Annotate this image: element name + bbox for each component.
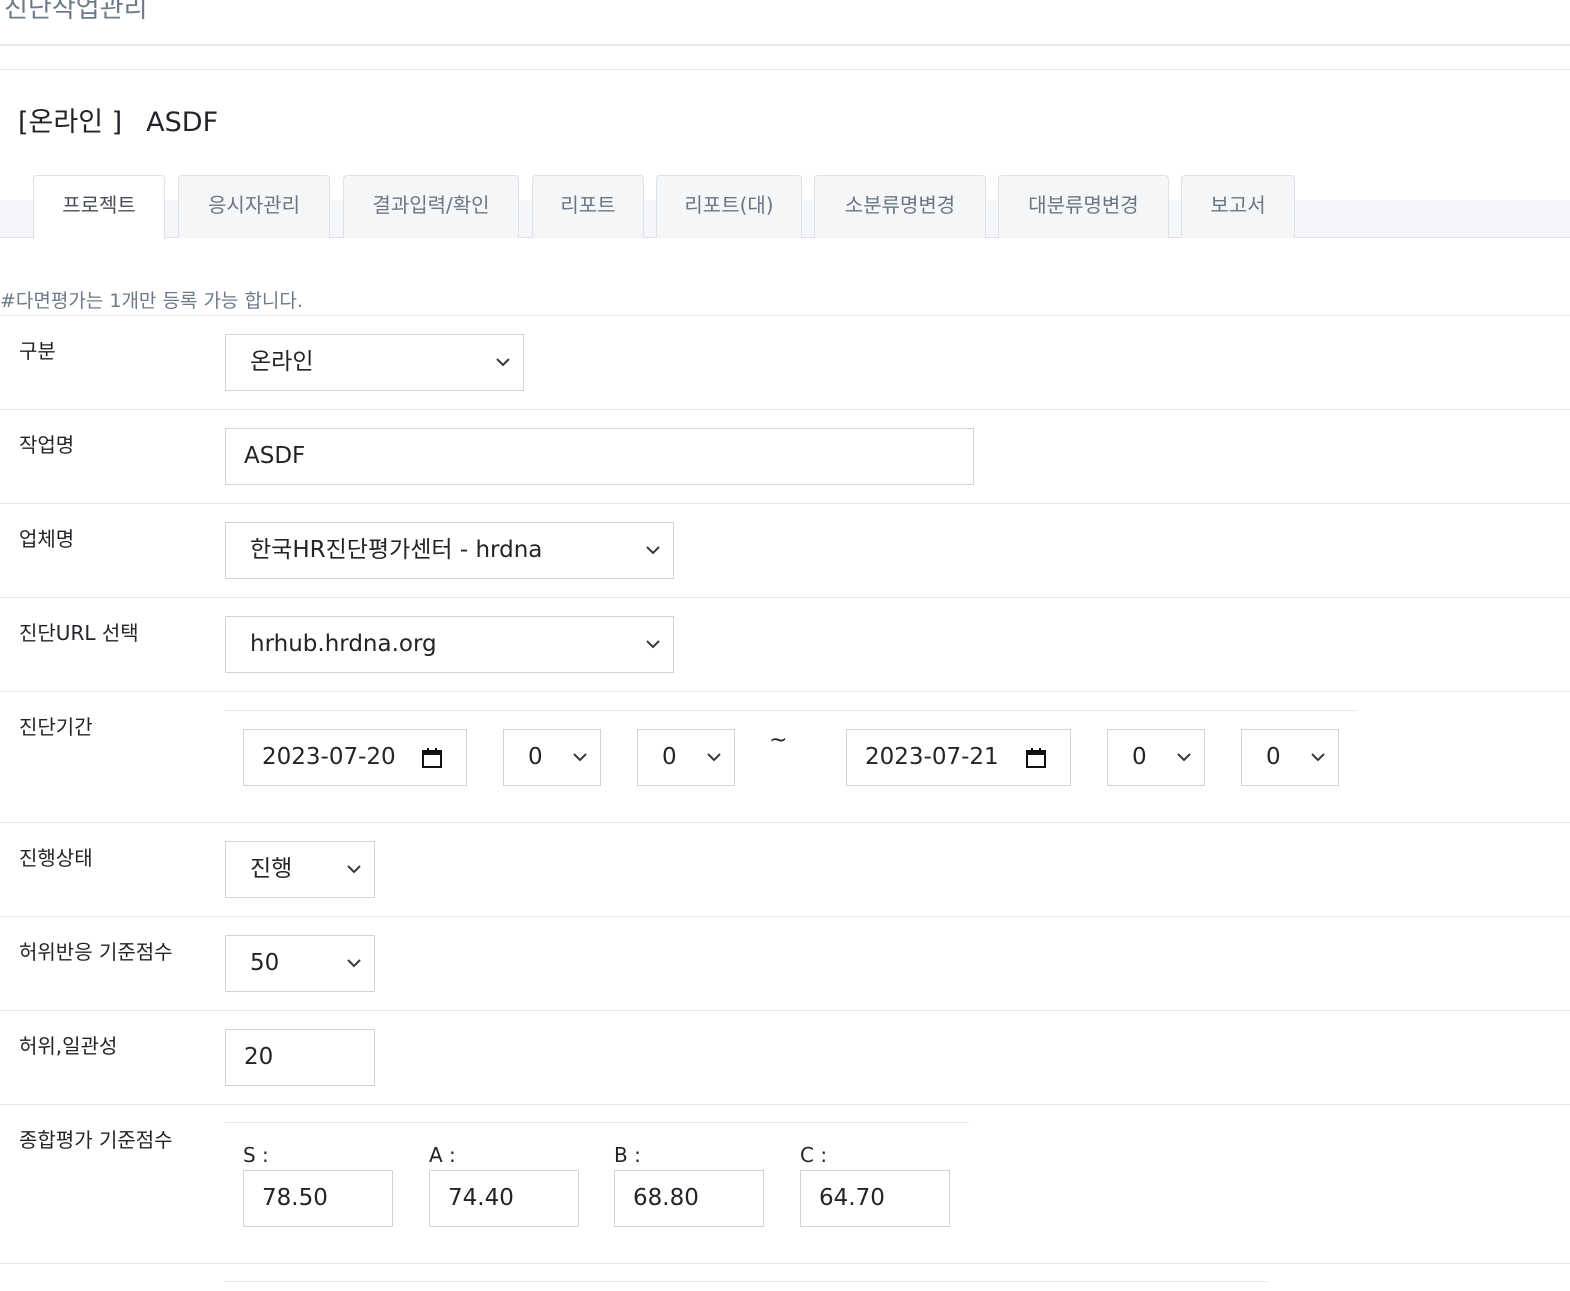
project-kind: [온라인 ] [18, 107, 123, 138]
end-minute-select[interactable]: 0 [1241, 729, 1339, 786]
page-header: 진단작업관리 [0, 0, 1570, 46]
grade-a-input[interactable]: 74.40 [429, 1170, 579, 1227]
consistency-label: 허위,일관성 [19, 1034, 118, 1058]
category-select[interactable]: 온라인 [225, 334, 524, 391]
url-value: hrhub.hrdna.org [250, 631, 437, 657]
period-separator: ~ [769, 728, 788, 753]
chevron-down-icon [646, 546, 660, 555]
chevron-down-icon [646, 640, 660, 649]
tab-candidates[interactable]: 응시자관리 [178, 175, 330, 238]
company-select[interactable]: 한국HR진단평가센터 - hrdna [225, 522, 674, 579]
row-divider [0, 1263, 1570, 1264]
chevron-down-icon [573, 753, 587, 762]
company-value: 한국HR진단평가센터 - hrdna [250, 537, 543, 563]
row-divider [0, 315, 1570, 316]
grade-s-label: S : [243, 1143, 269, 1167]
start-date-value: 2023-07-20 [262, 744, 396, 770]
end-hour-select[interactable]: 0 [1107, 729, 1205, 786]
start-date-input[interactable]: 2023-07-20 [243, 729, 467, 786]
header-divider [0, 69, 1570, 70]
start-minute-value: 0 [662, 744, 677, 770]
start-hour-select[interactable]: 0 [503, 729, 601, 786]
url-select[interactable]: hrhub.hrdna.org [225, 616, 674, 673]
calendar-icon[interactable] [420, 746, 444, 770]
status-label: 진행상태 [19, 846, 93, 870]
grade-c-label: C : [800, 1143, 828, 1167]
grade-c-input[interactable]: 64.70 [800, 1170, 950, 1227]
page-title: 진단작업관리 [4, 0, 148, 24]
company-label: 업체명 [19, 527, 75, 551]
tab-results[interactable]: 결과입력/확인 [343, 175, 519, 238]
row-divider [0, 409, 1570, 410]
next-group-divider [225, 1281, 1268, 1282]
notice-text: #다면평가는 1개만 등록 가능 합니다. [0, 290, 303, 312]
overall-group-divider [225, 1122, 969, 1123]
period-label: 진단기간 [19, 715, 93, 739]
end-minute-value: 0 [1266, 744, 1281, 770]
grade-b-label: B : [614, 1143, 641, 1167]
chevron-down-icon [707, 753, 721, 762]
category-value: 온라인 [250, 349, 314, 375]
chevron-down-icon [347, 865, 361, 874]
tab-report[interactable]: 리포트 [532, 175, 644, 238]
project-name: ASDF [146, 107, 219, 138]
chevron-down-icon [1177, 753, 1191, 762]
category-label: 구분 [19, 339, 56, 363]
chevron-down-icon [496, 358, 510, 367]
start-hour-value: 0 [528, 744, 543, 770]
status-value: 진행 [250, 856, 293, 882]
job-name-input[interactable]: ASDF [225, 428, 974, 485]
tab-document[interactable]: 보고서 [1181, 175, 1295, 238]
end-date-value: 2023-07-21 [865, 744, 999, 770]
project-title: [온라인 ] ASDF [18, 100, 218, 139]
status-select[interactable]: 진행 [225, 841, 375, 898]
tab-report-large[interactable]: 리포트(대) [656, 175, 802, 238]
row-divider [0, 1104, 1570, 1105]
row-divider [0, 503, 1570, 504]
false-response-value: 50 [250, 950, 280, 976]
false-response-label: 허위반응 기준점수 [19, 940, 173, 964]
tab-subcategory-rename[interactable]: 소분류명변경 [814, 175, 986, 238]
grade-b-input[interactable]: 68.80 [614, 1170, 764, 1227]
row-divider [0, 916, 1570, 917]
start-minute-select[interactable]: 0 [637, 729, 735, 786]
row-divider [0, 691, 1570, 692]
consistency-input[interactable]: 20 [225, 1029, 375, 1086]
grade-s-input[interactable]: 78.50 [243, 1170, 393, 1227]
tab-category-rename[interactable]: 대분류명변경 [998, 175, 1169, 238]
period-group-divider [225, 710, 1357, 711]
row-divider [0, 1010, 1570, 1011]
end-date-input[interactable]: 2023-07-21 [846, 729, 1071, 786]
row-divider [0, 822, 1570, 823]
row-divider [0, 597, 1570, 598]
url-label: 진단URL 선택 [19, 621, 139, 645]
calendar-icon[interactable] [1024, 746, 1048, 770]
tab-project[interactable]: 프로젝트 [33, 175, 165, 239]
grade-a-label: A : [429, 1143, 456, 1167]
false-response-select[interactable]: 50 [225, 935, 375, 992]
overall-label: 종합평가 기준점수 [19, 1128, 173, 1152]
end-hour-value: 0 [1132, 744, 1147, 770]
job-name-label: 작업명 [19, 433, 75, 457]
chevron-down-icon [347, 959, 361, 968]
chevron-down-icon [1311, 753, 1325, 762]
